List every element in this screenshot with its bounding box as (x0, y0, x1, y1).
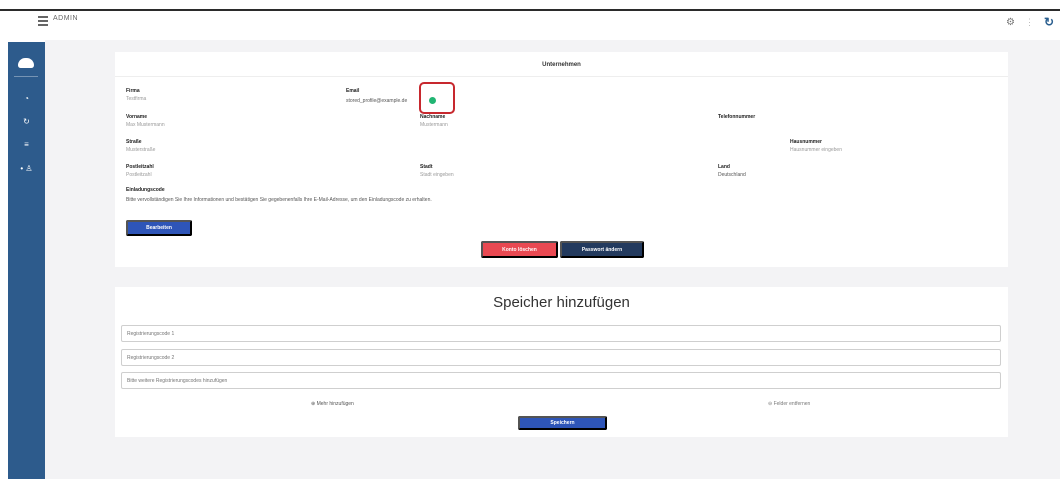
plz-value: Postleitzahl (126, 172, 152, 178)
land-label: Land (718, 164, 730, 170)
storage-title: Speicher hinzufügen (493, 294, 630, 311)
highlight-box (419, 82, 455, 114)
top-divider (0, 9, 1060, 11)
add-more-link[interactable]: ⊕ Mehr hinzufügen (311, 401, 354, 407)
list-icon[interactable]: ≡ (8, 140, 45, 149)
profile-note: Bitte vervollständigen Sie Ihre Informat… (126, 197, 432, 203)
sidebar: ◔ ↻ ≡ • ♙ (8, 42, 45, 479)
sync-icon[interactable]: ↻ (8, 117, 45, 126)
dashboard-icon[interactable]: ◔ (8, 94, 45, 103)
hausnummer-label: Hausnummer (790, 139, 822, 145)
land-value: Deutschland (718, 172, 746, 178)
firma-value: Testfirma (126, 96, 147, 102)
stadt-label: Stadt (420, 164, 433, 170)
email-label: Email (346, 88, 360, 94)
menu-icon[interactable] (38, 16, 48, 26)
top-bar: ADMIN ⚙ ⋮ ↻ (0, 0, 1060, 40)
sidebar-divider (14, 76, 38, 77)
logo-icon[interactable] (18, 58, 34, 68)
nachname-value: Mustermann (420, 122, 448, 128)
brand-text: ADMIN (53, 15, 79, 22)
firma-label: Firma (126, 88, 140, 94)
code-input-1[interactable] (121, 325, 1001, 342)
hausnummer-value: Hausnummer eingeben (790, 147, 842, 153)
plz-label: Postleitzahl (126, 164, 154, 170)
code-label: Einladungscode (126, 187, 165, 193)
profile-card: Unternehmen (115, 52, 1008, 267)
edit-button[interactable]: Bearbeiten (126, 220, 192, 236)
reset-fields-link[interactable]: ⊖ Felder entfernen (768, 401, 810, 407)
delete-account-button[interactable]: Konto löschen (481, 241, 558, 258)
gear-icon[interactable]: ⚙ (1006, 17, 1015, 28)
code-input-2[interactable] (121, 349, 1001, 366)
profile-card-title: Unternehmen (542, 62, 581, 68)
top-right-icons: ⚙ ⋮ ↻ (1006, 15, 1054, 29)
strasse-value: Musterstraße (126, 147, 156, 153)
change-password-button[interactable]: Passwort ändern (560, 241, 644, 258)
reset-fields-label: Felder entfernen (773, 401, 811, 407)
stadt-value: Stadt eingeben (420, 172, 454, 178)
vorname-value: Max Mustermann (126, 122, 165, 128)
refresh-icon[interactable]: ↻ (1044, 15, 1054, 29)
user-icon[interactable]: • ♙ (8, 164, 45, 173)
email-value: stored_profile@example.de (346, 98, 408, 104)
save-button[interactable]: Speichern (518, 416, 607, 430)
vorname-label: Vorname (126, 114, 148, 120)
strasse-label: Straße (126, 139, 142, 145)
more-icon[interactable]: ⋮ (1025, 17, 1034, 28)
nachname-label: Nachname (420, 114, 446, 120)
profile-card-divider (115, 76, 1008, 77)
telefon-label: Telefonnummer (718, 114, 756, 120)
add-more-label: Mehr hinzufügen (316, 401, 354, 407)
code-input-3[interactable] (121, 372, 1001, 389)
